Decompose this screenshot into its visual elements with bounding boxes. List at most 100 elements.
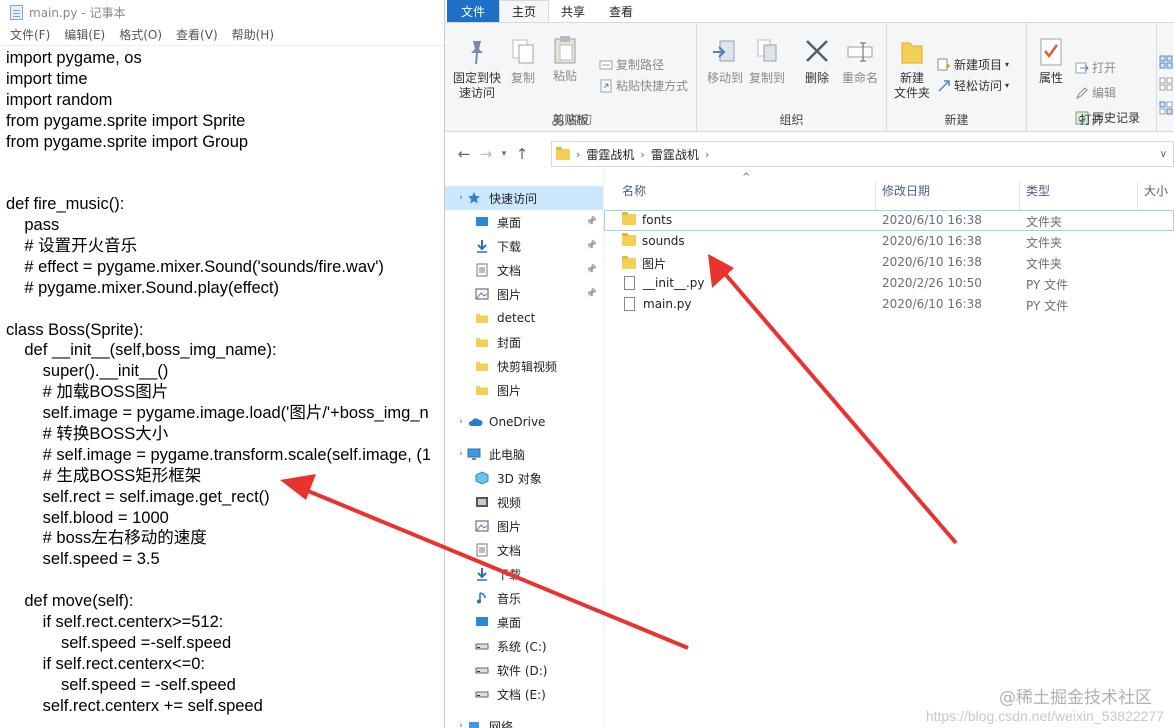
pin-icon[interactable]: 📌 xyxy=(586,289,597,299)
code-line: # boss左右移动的速度 xyxy=(6,529,207,548)
nav-item[interactable]: 下载 📌 xyxy=(445,234,603,258)
nav-item[interactable]: 系统 (C:) xyxy=(445,634,603,658)
download-icon xyxy=(475,567,491,581)
invert-selection-icon[interactable] xyxy=(1159,101,1173,115)
pin-quick-access-button[interactable]: 固定到快 速访问 xyxy=(451,37,503,101)
select-all-icon[interactable] xyxy=(1159,55,1173,69)
nav-item[interactable]: 文档 (E:) xyxy=(445,682,603,706)
copy-button[interactable]: 复制 xyxy=(507,37,539,86)
tab-file[interactable]: 文件 xyxy=(447,0,500,22)
code-editor[interactable]: import pygame, os import time import rando… xyxy=(0,46,444,717)
paste-shortcut-button[interactable]: 粘贴快捷方式 xyxy=(599,77,688,94)
copy-path-button[interactable]: 复制路径 xyxy=(599,56,664,73)
column-name[interactable]: 名称 xyxy=(616,182,876,210)
breadcrumb-item[interactable]: 雷霆战机 xyxy=(651,146,699,163)
pin-icon[interactable]: 📌 xyxy=(586,265,597,275)
expand-chevron-icon[interactable]: › xyxy=(455,721,467,728)
nav-item[interactable]: detect xyxy=(445,306,603,330)
nav-item[interactable]: 图片 xyxy=(445,378,603,402)
nav-item[interactable]: 软件 (D:) xyxy=(445,658,603,682)
nav-item-label: 文档 xyxy=(497,263,522,278)
breadcrumb-separator-icon: › xyxy=(576,147,581,161)
move-to-icon xyxy=(713,40,735,62)
properties-button[interactable]: 属性 xyxy=(1035,37,1067,86)
tab-view[interactable]: 查看 xyxy=(597,0,645,22)
tab-home[interactable]: 主页 xyxy=(499,0,550,22)
notepad-title: main.py - 记事本 xyxy=(29,5,126,20)
menu-file[interactable]: 文件(F) xyxy=(4,24,56,45)
nav-item[interactable]: › OneDrive xyxy=(445,410,603,434)
rename-label: 重命名 xyxy=(841,71,878,85)
menu-help[interactable]: 帮助(H) xyxy=(226,24,280,45)
select-none-icon[interactable] xyxy=(1159,77,1173,91)
copy-to-button[interactable]: 复制到 xyxy=(747,37,787,86)
expand-chevron-icon[interactable]: › xyxy=(455,449,467,459)
nav-item[interactable]: 文档 📌 xyxy=(445,258,603,282)
menu-edit[interactable]: 编辑(E) xyxy=(58,24,111,45)
nav-item[interactable]: › 网络 xyxy=(445,714,603,728)
copy-path-icon xyxy=(599,60,613,69)
nav-item[interactable]: 图片 xyxy=(445,514,603,538)
pc-icon xyxy=(467,447,483,461)
folder-icon xyxy=(622,212,636,225)
easy-access-button[interactable]: 轻松访问 ▾ xyxy=(937,77,1009,94)
up-arrow-icon[interactable]: ↑ xyxy=(511,145,533,163)
nav-item[interactable]: › 快速访问 xyxy=(445,186,603,210)
back-arrow-icon[interactable]: ← xyxy=(453,145,475,163)
file-row[interactable]: __init__.py 2020/2/26 10:50 PY 文件 xyxy=(604,273,1174,294)
code-line: # 生成BOSS矩形框架 xyxy=(6,466,202,485)
nav-item-label: 图片 xyxy=(497,383,522,398)
nav-item[interactable]: 图片 📌 xyxy=(445,282,603,306)
nav-item[interactable]: 快剪辑视频 xyxy=(445,354,603,378)
nav-item[interactable]: 下载 xyxy=(445,562,603,586)
file-row[interactable]: 图片 2020/6/10 16:38 文件夹 xyxy=(604,252,1174,273)
file-row[interactable]: fonts 2020/6/10 16:38 文件夹 xyxy=(604,210,1174,231)
code-line: import time xyxy=(6,69,88,88)
rename-button[interactable]: 重命名 xyxy=(839,37,881,86)
breadcrumb-item[interactable]: 雷霆战机 xyxy=(586,146,634,163)
file-row[interactable]: main.py 2020/6/10 16:38 PY 文件 xyxy=(604,294,1174,315)
nav-item[interactable]: 3D 对象 xyxy=(445,466,603,490)
nav-item[interactable]: 桌面 📌 xyxy=(445,210,603,234)
nav-item[interactable]: 文档 xyxy=(445,538,603,562)
menu-format[interactable]: 格式(O) xyxy=(113,24,168,45)
tab-share[interactable]: 共享 xyxy=(549,0,597,22)
nav-item[interactable]: 视频 xyxy=(445,490,603,514)
expand-chevron-icon[interactable]: › xyxy=(455,193,467,203)
pin-icon[interactable]: 📌 xyxy=(586,241,597,251)
column-headers: ^ 名称 修改日期 类型 大小 xyxy=(604,170,1174,210)
move-to-button[interactable]: 移动到 xyxy=(705,37,745,86)
code-line: # 加载BOSS图片 xyxy=(6,383,169,402)
new-folder-button[interactable]: 新建 文件夹 xyxy=(891,37,933,101)
ribbon-tabs: 文件 主页 共享 查看 xyxy=(445,0,1174,22)
delete-button[interactable]: 删除 xyxy=(801,37,833,86)
paste-button[interactable]: 粘贴 xyxy=(547,35,583,84)
code-line: # pygame.mixer.Sound.play(effect) xyxy=(6,278,279,297)
menu-view[interactable]: 查看(V) xyxy=(170,24,224,45)
address-dropdown-icon[interactable]: ∨ xyxy=(1160,149,1167,160)
forward-arrow-icon[interactable]: → xyxy=(475,145,497,163)
nav-item[interactable]: 封面 xyxy=(445,330,603,354)
edit-button[interactable]: 编辑 xyxy=(1075,84,1116,101)
nav-item[interactable]: › 此电脑 xyxy=(445,442,603,466)
column-size[interactable]: 大小 xyxy=(1138,182,1174,210)
column-type[interactable]: 类型 xyxy=(1020,182,1138,210)
document-icon xyxy=(475,263,491,277)
download-icon xyxy=(475,239,491,253)
nav-item[interactable]: 桌面 xyxy=(445,610,603,634)
cube-icon xyxy=(475,471,491,485)
file-icon xyxy=(624,297,635,311)
open-button[interactable]: 打开 xyxy=(1075,59,1116,76)
new-folder-label: 新建 文件夹 xyxy=(893,71,930,100)
column-date[interactable]: 修改日期 xyxy=(876,182,1020,210)
pin-icon[interactable]: 📌 xyxy=(586,217,597,227)
paste-shortcut-label: 粘贴快捷方式 xyxy=(616,79,689,93)
address-bar[interactable]: › 雷霆战机 › 雷霆战机 › ∨ xyxy=(551,141,1174,167)
recent-chevron-icon[interactable]: ▾ xyxy=(497,149,511,159)
new-item-button[interactable]: 新建项目 ▾ xyxy=(937,56,1009,73)
file-row[interactable]: sounds 2020/6/10 16:38 文件夹 xyxy=(604,231,1174,252)
nav-item-label: 视频 xyxy=(497,495,522,510)
expand-chevron-icon[interactable]: › xyxy=(455,417,467,427)
nav-item[interactable]: 音乐 xyxy=(445,586,603,610)
